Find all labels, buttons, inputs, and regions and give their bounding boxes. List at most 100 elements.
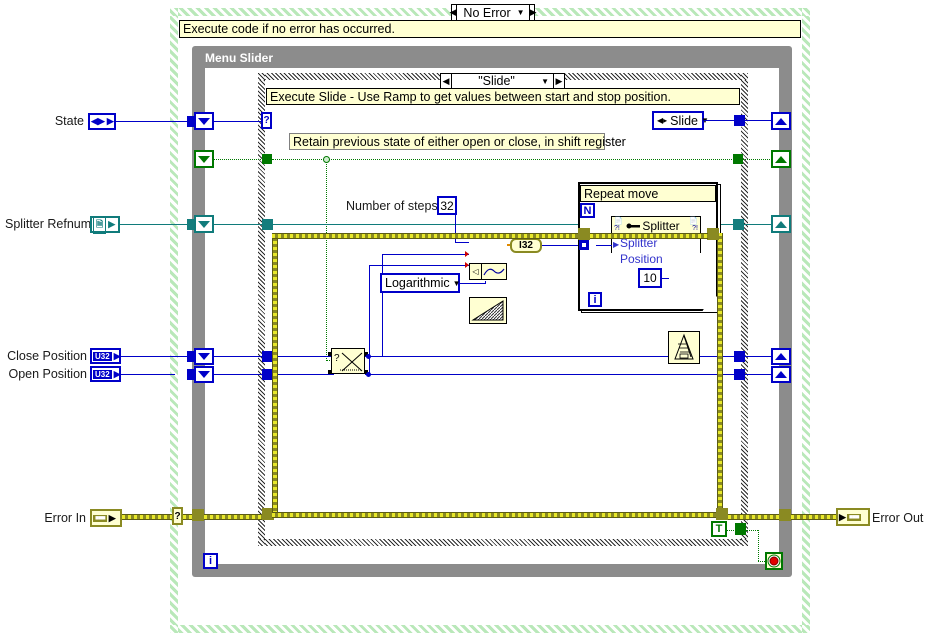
select-node-left-port-top (328, 352, 332, 356)
wire-stop-approach (758, 561, 765, 562)
wire-bool-inside-case (272, 159, 734, 160)
ramp-type-value: Logarithmic (385, 276, 450, 290)
wire-true-to-stop-h (746, 530, 758, 531)
inner-chevron-down-icon[interactable]: ▼ (541, 77, 553, 86)
wire-slide-enum-out (704, 120, 735, 121)
error-in-label: Error In (44, 511, 86, 525)
error-out-label: Error Out (872, 511, 924, 525)
splitter-terminal-icon-right: ?! (692, 225, 698, 232)
wire-refnum-in-case (273, 224, 582, 225)
for-loop-title-comment: Repeat move (580, 185, 716, 202)
error-loop-output-tunnel[interactable] (779, 509, 791, 521)
state-shift-register-right[interactable] (771, 112, 791, 130)
chevron-down-icon[interactable]: ▼ (517, 8, 529, 17)
bool-case-input-tunnel[interactable] (262, 154, 272, 164)
refnum-glyph-icon: 🗎 (93, 215, 107, 234)
ramp-input-error-arrow-bottom (465, 262, 469, 268)
outer-case-selector[interactable]: ◀ No Error ▼ ▶ (450, 4, 537, 21)
wire-close-case-out-to-sr (745, 356, 773, 357)
bool-case-output-tunnel[interactable] (733, 154, 743, 164)
retain-state-comment-text: Retain previous state of either open or … (293, 135, 626, 149)
for-loop-iteration-glyph: i (593, 293, 597, 306)
wire-select-top-up (382, 254, 383, 356)
close-position-terminal-arrow-icon: ▶ (113, 350, 121, 361)
wait-ms-constant[interactable]: 10 (638, 268, 662, 288)
wire-error-down-right (717, 233, 723, 515)
refnum-shift-register-right[interactable] (771, 215, 791, 233)
splitter-refnum-control-terminal[interactable]: 🗎 ▶ (90, 215, 120, 234)
error-loop-input-tunnel[interactable] (192, 509, 204, 521)
wire-close-position-in (121, 356, 188, 357)
open-position-case-output-tunnel[interactable] (734, 369, 745, 380)
error-in-control-terminal[interactable]: ■■■ ▶ (90, 509, 122, 527)
wire-error-out-of-loop (791, 514, 836, 520)
shift-register-up-icon-teal (775, 220, 787, 228)
loop-stop-condition-terminal[interactable] (765, 552, 783, 570)
wire-error-case-to-loop-out (728, 514, 780, 520)
wire-ramp-type-up (485, 281, 486, 284)
shift-register-down-icon-green (198, 155, 210, 163)
boolean-shift-register-left[interactable] (194, 150, 214, 168)
wire-open-position-in (121, 374, 175, 375)
open-position-shift-register-right[interactable] (771, 366, 791, 383)
error-forloop-input-tunnel[interactable] (578, 228, 590, 240)
refnum-shift-register-left[interactable] (194, 215, 214, 233)
state-case-output-tunnel[interactable] (734, 115, 745, 126)
for-loop-count-glyph: N (583, 204, 592, 217)
wire-state-in (115, 121, 195, 122)
open-position-control-terminal[interactable]: U32 ▶ (90, 366, 121, 382)
wire-error-inside-forloop (590, 233, 708, 239)
wait-ms-metronome-icon[interactable] (668, 331, 700, 364)
selector-next-arrow[interactable]: ▶ (528, 5, 537, 20)
error-case-selector-terminal[interactable]: ? (172, 507, 183, 525)
state-case-selector-terminal[interactable]: ? (261, 112, 272, 129)
state-control-terminal[interactable]: ◀▶ ▶ (88, 113, 116, 130)
inner-selector-prev-arrow[interactable]: ◀ (441, 74, 452, 88)
select-swap-node[interactable]: ? (331, 348, 365, 374)
wait-ms-value: 10 (643, 271, 657, 285)
selector-prev-arrow[interactable]: ◀ (450, 5, 458, 20)
splitter-page-icon-left: 📄 (614, 218, 623, 225)
true-case-output-tunnel[interactable] (735, 523, 746, 535)
close-position-shift-register-right[interactable] (771, 348, 791, 365)
close-position-case-output-tunnel[interactable] (734, 351, 745, 362)
ramp-pattern-vi-body[interactable] (469, 297, 507, 324)
refnum-case-input-tunnel[interactable] (262, 219, 273, 230)
inner-case-selector[interactable]: ◀ "Slide" ▼ ▶ (440, 73, 565, 89)
wire-true-to-stop-v (758, 530, 759, 561)
splitter-refnum-label: Splitter Refnum (5, 217, 92, 231)
ramp-pattern-vi[interactable]: ◁ (469, 263, 507, 280)
wire-error-loop-to-case (204, 514, 264, 520)
outer-case-comment-text: Execute code if no error has occurred. (183, 22, 395, 36)
wire-i32-to-forloop (542, 245, 579, 246)
ramp-input-error-arrow-top (465, 251, 469, 257)
number-of-steps-constant[interactable]: 32 (437, 196, 457, 215)
while-loop-iteration-terminal[interactable]: i (203, 553, 218, 569)
error-out-indicator-terminal[interactable]: ▶ ■■■ (836, 508, 870, 526)
slide-enum-icon: ◀▸ (657, 116, 668, 125)
open-position-shift-register-left[interactable] (194, 366, 214, 383)
wire-bool-to-right-sr (743, 159, 772, 160)
ramp-type-ring[interactable]: Logarithmic ▼ (380, 273, 461, 293)
retain-state-comment: Retain previous state of either open or … (289, 133, 626, 150)
inner-case-comment-text: Execute Slide - Use Ramp to get values b… (270, 90, 671, 104)
true-constant[interactable]: T (711, 521, 727, 537)
shift-register-up-icon-open (775, 371, 787, 378)
wire-open-to-select (273, 374, 334, 375)
error-cluster-glyph-icon: ■■■ (93, 514, 107, 522)
i32-type-label: I32 (519, 240, 533, 251)
close-position-shift-register-left[interactable] (194, 348, 214, 365)
for-loop-iteration-terminal[interactable]: i (588, 292, 602, 307)
error-forloop-output-tunnel[interactable] (707, 228, 719, 240)
refnum-case-output-tunnel[interactable] (733, 219, 744, 230)
state-shift-register-left[interactable] (194, 112, 214, 130)
error-case-output-tunnel[interactable] (716, 508, 728, 520)
for-loop-count-terminal[interactable]: N (580, 203, 595, 218)
wire-refnum-to-case (214, 224, 268, 225)
open-position-label: Open Position (8, 367, 87, 381)
close-position-control-terminal[interactable]: U32 ▶ (90, 348, 121, 364)
inner-selector-next-arrow[interactable]: ▶ (553, 74, 564, 88)
state-control-label: State (54, 114, 84, 128)
slide-enum-constant[interactable]: ◀▸ Slide ▼ (652, 111, 709, 130)
boolean-shift-register-right[interactable] (771, 150, 791, 168)
